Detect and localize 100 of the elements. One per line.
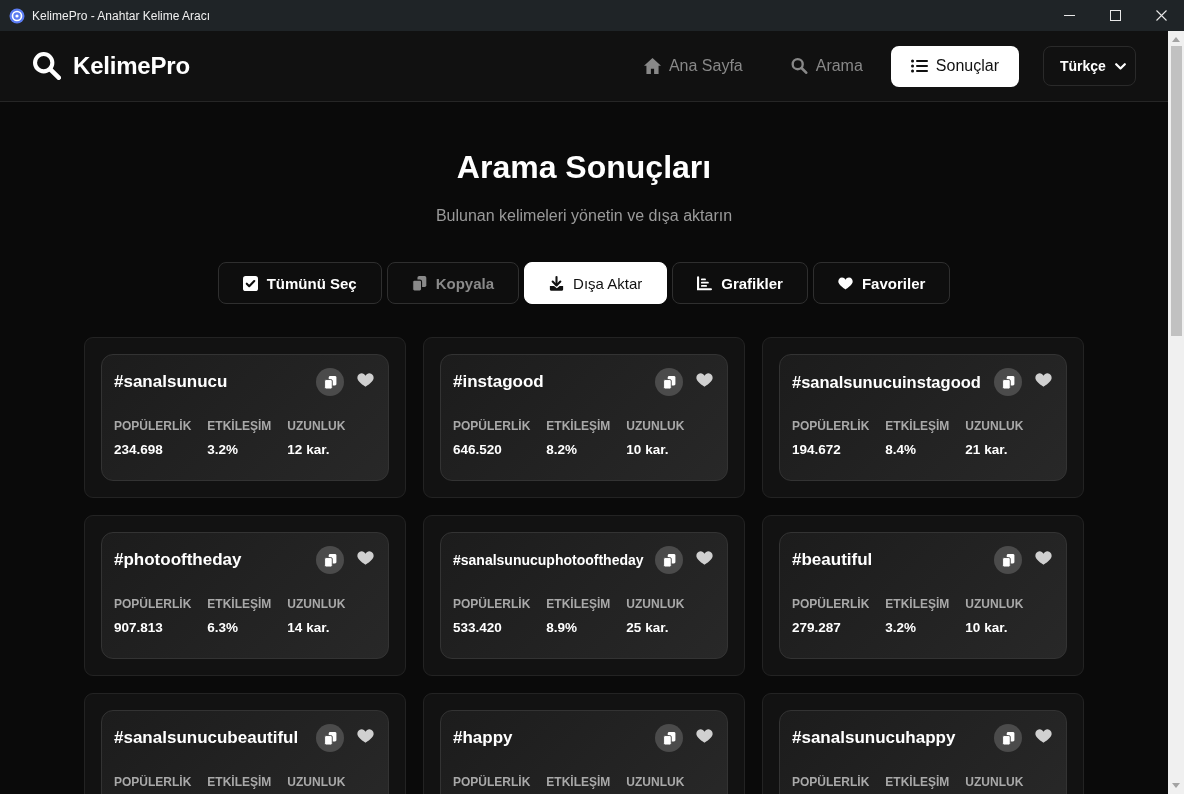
metric-value: 533.420 — [453, 619, 503, 637]
metric-label: ETKİLEŞİM — [207, 774, 272, 790]
copy-button[interactable] — [655, 724, 683, 752]
heart-icon[interactable] — [696, 729, 713, 743]
copy-button[interactable] — [316, 724, 344, 752]
metric-label: ETKİLEŞİM — [885, 774, 950, 790]
heart-icon — [837, 275, 853, 291]
metric-label: UZUNLUK — [287, 596, 346, 612]
metric-label: ETKİLEŞİM — [207, 596, 272, 612]
copy-icon — [662, 553, 676, 567]
checkbox-icon — [242, 275, 258, 291]
metric-value: 14 kar. — [287, 619, 331, 637]
bar-chart-icon — [697, 275, 713, 291]
metric-value: 8.4% — [885, 441, 918, 459]
close-icon — [1155, 10, 1167, 21]
copy-button[interactable] — [994, 724, 1022, 752]
metric-value: 6.3% — [207, 619, 240, 637]
metric-value: 3.2% — [885, 619, 918, 637]
metric-label: UZUNLUK — [965, 774, 1024, 790]
hashtag-title: #photooftheday — [114, 549, 242, 571]
metric-value: 8.9% — [546, 619, 579, 637]
copy-button[interactable] — [994, 546, 1022, 574]
metric-value: 10 kar. — [965, 619, 1009, 637]
copy-button[interactable] — [316, 546, 344, 574]
toolbar-button[interactable]: Tümünü Seç — [217, 262, 382, 304]
download-icon — [549, 275, 565, 291]
metric-label: ETKİLEŞİM — [546, 596, 611, 612]
hashtag-title: #sanalsunucu — [114, 371, 228, 393]
copy-button[interactable] — [655, 546, 683, 574]
copy-icon — [323, 731, 337, 745]
metric-label: UZUNLUK — [626, 774, 685, 790]
heart-icon[interactable] — [357, 729, 374, 743]
heart-icon[interactable] — [1035, 373, 1052, 387]
maximize-icon — [1109, 10, 1121, 21]
metric-label: ETKİLEŞİM — [885, 596, 950, 612]
heart-icon[interactable] — [357, 551, 374, 565]
metric-value: 8.2% — [546, 441, 579, 459]
toolbar-button[interactable]: Favoriler — [812, 262, 951, 304]
metric-label: UZUNLUK — [626, 418, 685, 434]
copy-button[interactable] — [655, 368, 683, 396]
heart-icon[interactable] — [1035, 729, 1052, 743]
metric-label: POPÜLERLİK — [453, 596, 531, 612]
heart-icon[interactable] — [357, 373, 374, 387]
logo-text: KelimePro — [73, 52, 190, 80]
metric-label: POPÜLERLİK — [792, 596, 870, 612]
metric-value: 907.813 — [114, 619, 164, 637]
app-icon — [9, 7, 25, 24]
home-icon — [643, 58, 661, 74]
hashtag-title: #sanalsunucubeautiful — [114, 727, 299, 749]
hashtag-title: #sanalsunucuinstagood — [792, 372, 981, 393]
hashtag-title: #beautiful — [792, 549, 873, 571]
nav-tab[interactable]: Sonuçlar — [890, 45, 1019, 87]
metric-label: UZUNLUK — [626, 596, 685, 612]
metric-value: 10 kar. — [626, 441, 670, 459]
metric-label: POPÜLERLİK — [453, 418, 531, 434]
copy-icon — [411, 275, 427, 291]
chevron-down-icon — [1115, 62, 1126, 70]
metric-label: UZUNLUK — [965, 596, 1024, 612]
metric-label: POPÜLERLİK — [792, 774, 870, 790]
metric-label: ETKİLEŞİM — [885, 418, 950, 434]
scrollbar-thumb[interactable] — [1170, 46, 1182, 336]
metric-value: 25 kar. — [626, 619, 670, 637]
copy-icon — [1001, 375, 1015, 389]
metric-value: 234.698 — [114, 441, 164, 459]
list-icon — [910, 58, 928, 74]
copy-icon — [323, 375, 337, 389]
page-title: Arama Sonuçları — [456, 148, 712, 187]
metric-label: ETKİLEŞİM — [207, 418, 272, 434]
copy-icon — [323, 553, 337, 567]
metric-label: ETKİLEŞİM — [546, 418, 611, 434]
metric-value: 279.287 — [792, 619, 842, 637]
copy-button[interactable] — [316, 368, 344, 396]
toolbar-button[interactable]: Grafikler — [672, 262, 808, 304]
metric-label: POPÜLERLİK — [792, 418, 870, 434]
heart-icon[interactable] — [696, 551, 713, 565]
nav-tab[interactable]: Ana Sayfa — [623, 45, 763, 87]
language-select[interactable]: Türkçe — [1043, 46, 1136, 86]
toolbar-button[interactable]: Dışa Aktar — [524, 262, 668, 304]
metric-label: POPÜLERLİK — [453, 774, 531, 790]
copy-icon — [1001, 731, 1015, 745]
copy-icon — [662, 375, 676, 389]
heart-icon[interactable] — [1035, 551, 1052, 565]
metric-value: 3.2% — [207, 441, 240, 459]
page-subtitle: Bulunan kelimeleri yönetin ve dışa aktarın — [435, 206, 733, 226]
nav-tab[interactable]: Arama — [770, 45, 883, 87]
hashtag-title: #sanalsunucuhappy — [792, 727, 956, 749]
copy-button[interactable] — [994, 368, 1022, 396]
metric-label: POPÜLERLİK — [114, 596, 192, 612]
heart-icon[interactable] — [696, 373, 713, 387]
metric-label: ETKİLEŞİM — [546, 774, 611, 790]
search-icon — [790, 58, 808, 74]
hashtag-title: #instagood — [453, 371, 544, 393]
metric-value: 12 kar. — [287, 441, 331, 459]
metric-label: UZUNLUK — [965, 418, 1024, 434]
metric-value: 646.520 — [453, 441, 503, 459]
metric-label: UZUNLUK — [287, 418, 346, 434]
copy-icon — [1001, 553, 1015, 567]
minimize-icon — [1063, 15, 1075, 16]
copy-icon — [662, 731, 676, 745]
search-icon — [33, 52, 61, 80]
